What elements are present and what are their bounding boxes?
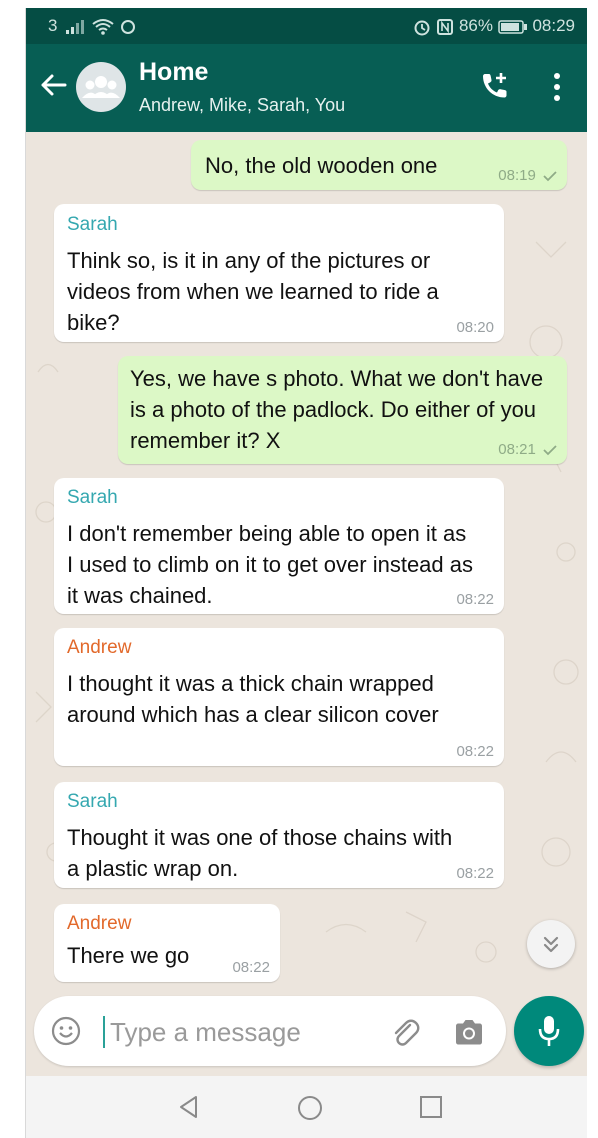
message-text: Yes, we have s photo. What we don't have… [130,366,544,453]
double-chevron-down-icon [543,936,559,953]
message-bubble-incoming[interactable]: Sarah Thought it was one of those chains… [54,782,504,888]
status-right: 86% 08:29 [413,16,575,36]
message-bubble-incoming[interactable]: Sarah I don't remember being able to ope… [54,478,504,614]
message-time: 08:22 [456,743,494,760]
message-time: 08:22 [232,959,270,976]
wifi-icon [92,18,114,35]
message-time: 08:22 [456,591,494,608]
chat-title[interactable]: Home [139,58,208,87]
message-time: 08:19 [498,168,557,184]
message-sender: Andrew [67,637,132,658]
message-text: I thought it was a thick chain wrapped a… [67,671,439,727]
message-content: Sarah I don't remember being able to ope… [67,486,477,611]
message-sender: Sarah [67,214,118,235]
message-text: No, the old wooden one [205,153,438,178]
message-time: 08:22 [456,865,494,882]
message-text: Think so, is it in any of the pictures o… [67,248,439,335]
message-time: 08:21 [498,442,557,458]
message-sender: Andrew [67,913,132,934]
chat-header: Home Andrew, Mike, Sarah, You [26,44,587,132]
carrier-label: 3 [48,16,59,35]
message-bubble-incoming[interactable]: Sarah Think so, is it in any of the pict… [54,204,504,342]
message-content: Sarah Thought it was one of those chains… [67,790,467,884]
message-text: Thought it was one of those chains with … [67,825,453,881]
status-bar: 3 86% 08:29 [26,8,587,44]
emoji-icon[interactable] [50,1015,82,1047]
attach-icon[interactable] [388,1016,422,1050]
message-content: Andrew I thought it was a thick chain wr… [67,636,497,730]
nfc-icon [437,18,454,35]
message-sender: Sarah [67,487,118,508]
group-avatar[interactable] [76,62,126,112]
battery-percent: 86% [458,16,493,35]
battery-icon [497,19,527,34]
signal-icon [66,19,85,34]
chat-participants[interactable]: Andrew, Mike, Sarah, You [139,95,345,116]
message-content: Sarah Think so, is it in any of the pict… [67,213,495,338]
message-bubble-outgoing[interactable]: Yes, we have s photo. What we don't have… [118,356,567,464]
voice-record-button[interactable] [514,996,584,1066]
phone-screen: 3 86% 08:29 Home Andrew, Mike, Sarah, Yo… [25,8,587,1138]
status-time: 08:29 [532,16,575,35]
add-call-icon[interactable] [477,70,511,104]
sent-tick-icon [543,445,557,456]
chat-area[interactable]: No, the old wooden one 08:19 Sarah Think… [26,132,587,984]
message-sender: Sarah [67,791,118,812]
message-time: 08:20 [456,319,494,336]
message-composer [34,996,506,1066]
more-vert-icon[interactable] [550,70,564,104]
scroll-to-bottom-button[interactable] [527,920,575,968]
status-left: 3 [48,16,136,36]
system-nav-bar [26,1076,587,1138]
message-text: I don't remember being able to open it a… [67,521,474,608]
camera-icon[interactable] [452,1016,486,1048]
sent-tick-icon [543,171,557,182]
message-bubble-incoming[interactable]: Andrew I thought it was a thick chain wr… [54,628,504,766]
back-arrow-icon[interactable] [38,70,68,100]
nav-recent-icon[interactable] [418,1094,444,1120]
message-bubble-incoming[interactable]: Andrew There we go 08:22 [54,904,280,982]
nav-back-icon[interactable] [176,1094,202,1120]
message-input[interactable] [108,1010,392,1054]
nav-home-icon[interactable] [296,1094,324,1122]
sync-icon [120,19,135,34]
text-cursor [103,1016,105,1048]
message-bubble-outgoing[interactable]: No, the old wooden one 08:19 [191,140,567,190]
alarm-icon [414,20,430,36]
mic-icon [538,1016,560,1046]
group-avatar-icon [82,76,120,98]
